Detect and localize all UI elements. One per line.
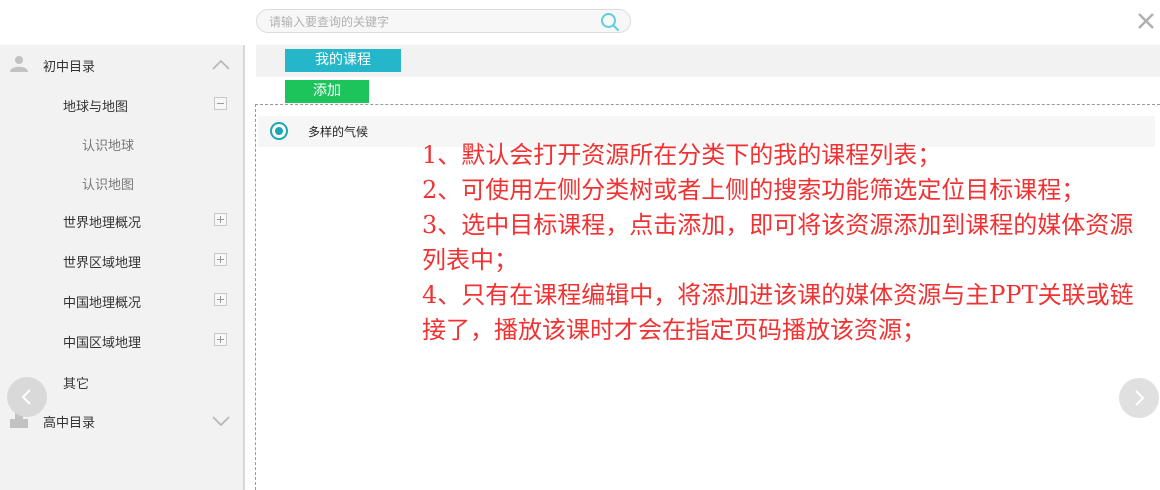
tree-group-label: 初中目录 <box>43 60 96 75</box>
next-button[interactable] <box>1119 378 1159 418</box>
my-course-button[interactable]: 我的课程 <box>285 49 401 72</box>
instruction-note: 1、默认会打开资源所在分类下的我的课程列表； <box>422 141 942 169</box>
add-button[interactable]: 添加 <box>285 80 369 103</box>
tree-leaf-know-earth[interactable]: 认识地球 <box>0 124 243 162</box>
tree-leaf-know-map[interactable]: 认识地图 <box>0 163 243 201</box>
expand-icon[interactable] <box>214 293 227 306</box>
instruction-note: 4、只有在课程编辑中，将添加进该课的媒体资源与主PPT关联或链接了，播放该课时才… <box>422 281 1134 344</box>
tree-node-world-regions[interactable]: 世界区域地理 <box>0 241 243 279</box>
radio-selected-icon[interactable] <box>270 122 288 140</box>
instruction-notes: 1、默认会打开资源所在分类下的我的课程列表； 2、可使用左侧分类树或者上侧的搜索… <box>422 138 1157 348</box>
chevron-down-icon[interactable] <box>211 413 231 427</box>
expand-icon[interactable] <box>214 213 227 226</box>
person-icon <box>9 55 29 73</box>
tree-node-world-overview[interactable]: 世界地理概况 <box>0 201 243 239</box>
tree-node-earth-map[interactable]: 地球与地图 <box>0 85 243 123</box>
tree-group-junior[interactable]: 初中目录 <box>0 45 243 83</box>
collapse-icon[interactable] <box>214 97 227 110</box>
tree-leaf-label: 认识地球 <box>82 139 135 154</box>
expand-icon[interactable] <box>214 333 227 346</box>
tree-leaf-label: 认识地图 <box>82 178 135 193</box>
tree-node-label: 世界区域地理 <box>63 256 142 271</box>
tree-node-label: 中国地理概况 <box>63 296 142 311</box>
tree-node-label: 地球与地图 <box>63 100 129 115</box>
tree-node-label: 世界地理概况 <box>63 216 142 231</box>
close-icon[interactable] <box>1136 11 1156 31</box>
sidebar-divider <box>243 45 245 490</box>
search-icon[interactable] <box>600 12 620 32</box>
search-box <box>256 9 631 33</box>
previous-button[interactable] <box>7 377 47 417</box>
tree-node-label: 其它 <box>63 377 90 392</box>
search-input[interactable] <box>269 13 589 30</box>
instruction-note: 3、选中目标课程，点击添加，即可将该资源添加到课程的媒体资源列表中； <box>422 211 1134 274</box>
chevron-left-icon <box>21 389 31 405</box>
chevron-right-icon <box>1135 390 1145 406</box>
course-label: 多样的气候 <box>308 125 369 139</box>
tree-node-china-regions[interactable]: 中国区域地理 <box>0 321 243 359</box>
tree-node-china-overview[interactable]: 中国地理概况 <box>0 281 243 319</box>
expand-icon[interactable] <box>214 253 227 266</box>
instruction-note: 2、可使用左侧分类树或者上侧的搜索功能筛选定位目标课程； <box>422 176 1086 204</box>
tree-node-label: 中国区域地理 <box>63 336 142 351</box>
chevron-up-icon[interactable] <box>211 57 231 71</box>
tree-group-label: 高中目录 <box>43 416 96 431</box>
